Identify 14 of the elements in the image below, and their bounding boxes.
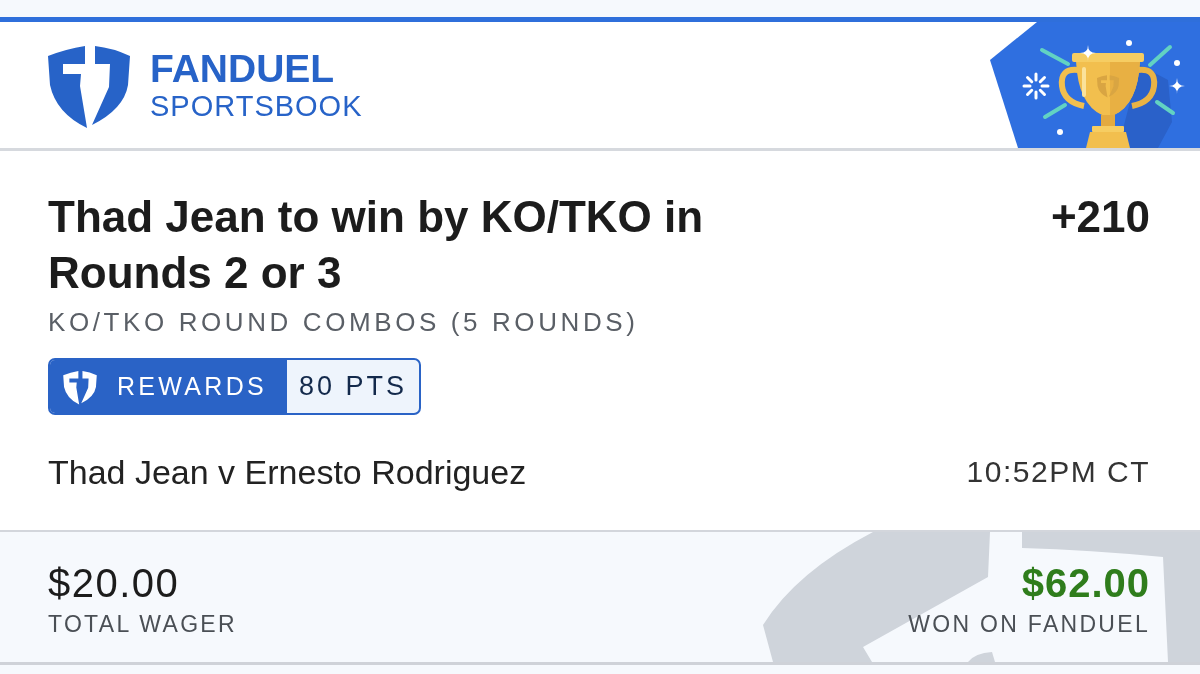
brand-subtitle: SPORTSBOOK bbox=[150, 90, 363, 122]
rewards-label: REWARDS bbox=[117, 372, 267, 401]
wager-label: TOTAL WAGER bbox=[48, 610, 237, 638]
bet-selection: Thad Jean to win by KO/TKO in Rounds 2 or 3 bbox=[48, 191, 705, 299]
brand-name: FANDUEL bbox=[150, 48, 336, 90]
payout-label: WON ON FANDUEL bbox=[908, 610, 1150, 638]
wager-amount: $20.00 bbox=[48, 561, 181, 605]
market-name: KO/TKO ROUND COMBOS (5 ROUNDS) bbox=[48, 306, 640, 338]
payout-amount: $62.00 bbox=[1021, 561, 1150, 605]
shield-logo-icon bbox=[63, 368, 97, 405]
event-time: 10:52PM CT bbox=[966, 454, 1150, 490]
bet-odds: +210 bbox=[1050, 191, 1150, 243]
rewards-points: 80 PTS bbox=[297, 370, 408, 403]
event-name: Thad Jean v Ernesto Rodriguez bbox=[48, 452, 527, 492]
